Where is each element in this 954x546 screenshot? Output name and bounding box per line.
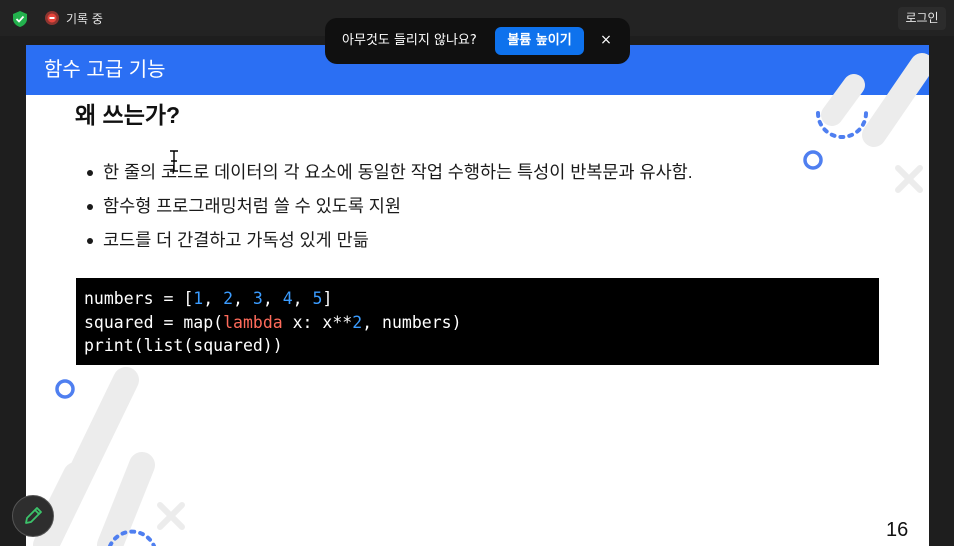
- code-number: 3: [252, 289, 263, 308]
- code-text: ,: [262, 289, 283, 308]
- page-number: 16: [886, 519, 909, 541]
- bullet-text: 함수형 프로그래밍처럼 쓸 수 있도록 지원: [103, 196, 402, 216]
- close-icon[interactable]: ×: [596, 30, 616, 50]
- audio-notice: 아무것도 들리지 않나요? 볼륨 높이기 ×: [325, 18, 630, 64]
- shield-check-icon[interactable]: [11, 10, 29, 28]
- bullet-dot-icon: [87, 204, 93, 210]
- code-number: 2: [352, 312, 363, 332]
- code-keyword: lambda: [223, 312, 283, 332]
- code-number: 4: [282, 289, 293, 308]
- audio-notice-message: 아무것도 들리지 않나요?: [342, 33, 477, 48]
- code-line: squared = map(lambda x: x**2, numbers): [84, 311, 871, 335]
- bullet-item: 한 줄의 코드로 데이터의 각 요소에 동일한 작업 수행하는 특성이 반복문과…: [75, 157, 693, 191]
- code-text: ,: [233, 289, 253, 308]
- record-icon: [45, 11, 59, 25]
- code-text: ,: [203, 289, 224, 308]
- bullet-text: 한 줄의 코드로 데이터의 각 요소에 동일한 작업 수행하는 특성이 반복문과…: [103, 162, 693, 182]
- section-heading: 왜 쓰는가?: [75, 102, 181, 128]
- code-text: , numbers): [362, 312, 462, 332]
- recording-status[interactable]: 기록 중: [66, 10, 103, 28]
- code-text: ]: [322, 289, 333, 308]
- code-number: 2: [223, 289, 234, 308]
- code-text: numbers = [: [84, 289, 194, 308]
- text-cursor-icon: [170, 150, 178, 172]
- code-line: numbers = [1, 2, 3, 4, 5]: [84, 287, 871, 311]
- increase-volume-button[interactable]: 볼륨 높이기: [495, 27, 584, 55]
- code-line: print(list(squared)): [84, 336, 283, 355]
- code-text: squared = map(: [84, 312, 224, 332]
- pen-icon: [25, 507, 42, 524]
- bullet-item: 코드를 더 간결하고 가독성 있게 만듦: [75, 225, 693, 259]
- bullet-dot-icon: [87, 238, 93, 244]
- login-button[interactable]: 로그인: [898, 7, 946, 30]
- code-number: 5: [312, 289, 323, 308]
- bullet-list: 한 줄의 코드로 데이터의 각 요소에 동일한 작업 수행하는 특성이 반복문과…: [75, 157, 693, 259]
- bullet-item: 함수형 프로그래밍처럼 쓸 수 있도록 지원: [75, 191, 693, 225]
- code-block: numbers = [1, 2, 3, 4, 5] squared = map(…: [76, 278, 879, 365]
- code-number: 1: [193, 289, 204, 308]
- presentation-slide: 함수 고급 기능 왜 쓰는가? 한 줄의 코드로 데이터의 각 요소에 동일한 …: [26, 45, 929, 546]
- annotate-button[interactable]: [12, 495, 54, 537]
- code-text: x: x**: [282, 312, 353, 332]
- bullet-dot-icon: [87, 170, 93, 176]
- code-text: ,: [292, 289, 313, 308]
- bullet-text: 코드를 더 간결하고 가독성 있게 만듦: [103, 230, 369, 250]
